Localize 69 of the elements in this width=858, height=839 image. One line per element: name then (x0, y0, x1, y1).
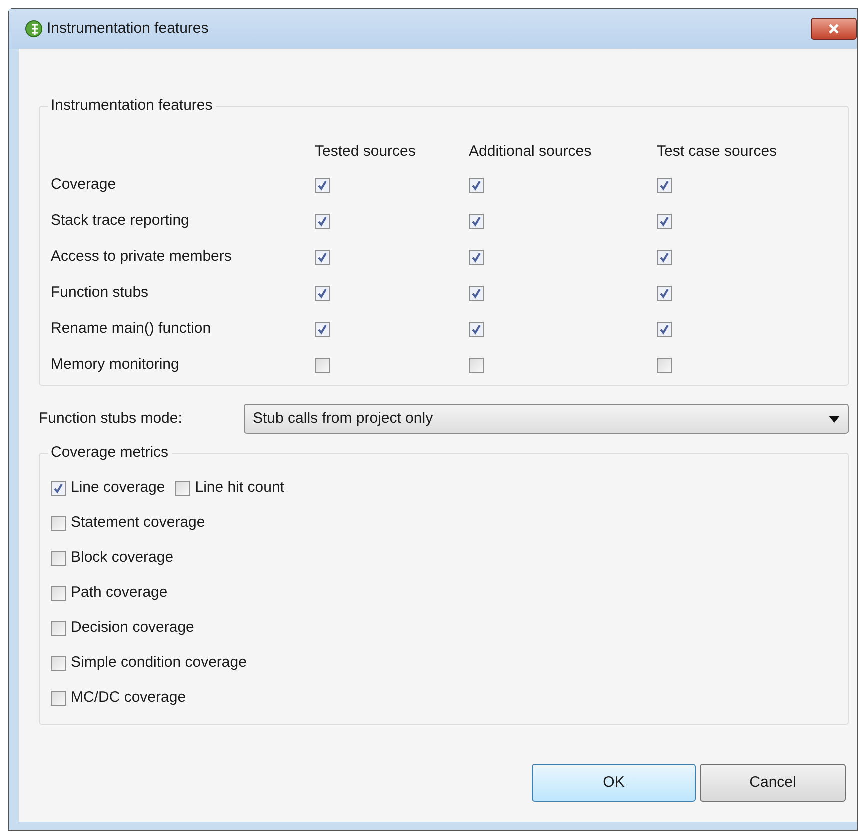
check-icon (471, 324, 482, 334)
checkbox[interactable] (175, 481, 190, 496)
feature-label: Access to private members (51, 246, 233, 267)
window-title: Instrumentation features (47, 18, 209, 39)
checkbox[interactable] (51, 551, 66, 566)
checkbox[interactable] (51, 691, 66, 706)
app-icon (25, 20, 43, 38)
checkbox[interactable] (315, 286, 330, 300)
stubs-mode-dropdown[interactable]: Stub calls from project only (244, 404, 849, 434)
caret-icon (829, 416, 840, 422)
checkbox[interactable] (315, 214, 330, 228)
feature-label: Memory monitoring (51, 354, 180, 375)
check-icon (659, 180, 670, 190)
checkbox[interactable] (657, 214, 672, 228)
check-icon (471, 288, 482, 298)
checkbox-label: MC/DC coverage (71, 688, 186, 708)
check-icon (471, 180, 482, 190)
check-icon (317, 252, 328, 262)
check-icon (317, 180, 328, 190)
group-legend: Coverage metrics (48, 444, 172, 462)
stubs-mode-label: Function stubs mode: (39, 408, 184, 429)
checkbox-label: Path coverage (71, 583, 168, 604)
checkbox-label: Simple condition coverage (71, 653, 247, 674)
feature-label: Coverage (51, 174, 118, 195)
checkbox[interactable] (469, 250, 484, 264)
close-button[interactable] (811, 18, 857, 40)
checkbox[interactable] (51, 586, 66, 601)
column-header: Additional sources (469, 142, 593, 162)
ok-button[interactable]: OK (532, 764, 696, 802)
checkbox[interactable] (657, 178, 672, 192)
check-icon (317, 324, 328, 334)
feature-label: Stack trace reporting (51, 210, 190, 231)
checkbox[interactable] (51, 516, 66, 531)
checkbox[interactable] (657, 250, 672, 264)
checkbox[interactable] (51, 656, 66, 671)
checkbox-label: Line coverage (71, 478, 166, 498)
feature-label: Rename main() function (51, 318, 212, 339)
column-header: Tested sources (315, 142, 417, 162)
checkbox-label: Line hit count (195, 478, 284, 498)
check-icon (471, 252, 482, 262)
checkbox[interactable] (469, 358, 484, 372)
checkbox[interactable] (469, 286, 484, 300)
cancel-button[interactable]: Cancel (700, 764, 846, 802)
check-icon (53, 483, 64, 494)
checkbox[interactable] (469, 322, 484, 336)
checkbox[interactable] (315, 358, 330, 372)
feature-label: Function stubs (51, 282, 150, 303)
checkbox[interactable] (315, 250, 330, 264)
checkbox[interactable] (315, 322, 330, 336)
check-icon (317, 288, 328, 298)
check-icon (471, 216, 482, 226)
check-icon (659, 216, 670, 226)
checkbox[interactable] (469, 214, 484, 228)
checkbox[interactable] (51, 621, 66, 636)
close-icon (828, 23, 840, 35)
checkbox[interactable] (469, 178, 484, 192)
checkbox[interactable] (657, 358, 672, 372)
checkbox-label: Statement coverage (71, 513, 206, 534)
check-icon (659, 324, 670, 334)
checkbox-label: Block coverage (71, 548, 174, 568)
check-icon (317, 216, 328, 226)
check-icon (659, 252, 670, 262)
column-header: Test case sources (657, 142, 778, 162)
checkbox[interactable] (315, 178, 330, 192)
check-icon (659, 288, 670, 298)
checkbox[interactable] (657, 286, 672, 300)
checkbox-label: Decision coverage (71, 618, 194, 638)
checkbox[interactable] (657, 322, 672, 336)
checkbox[interactable] (51, 481, 66, 496)
